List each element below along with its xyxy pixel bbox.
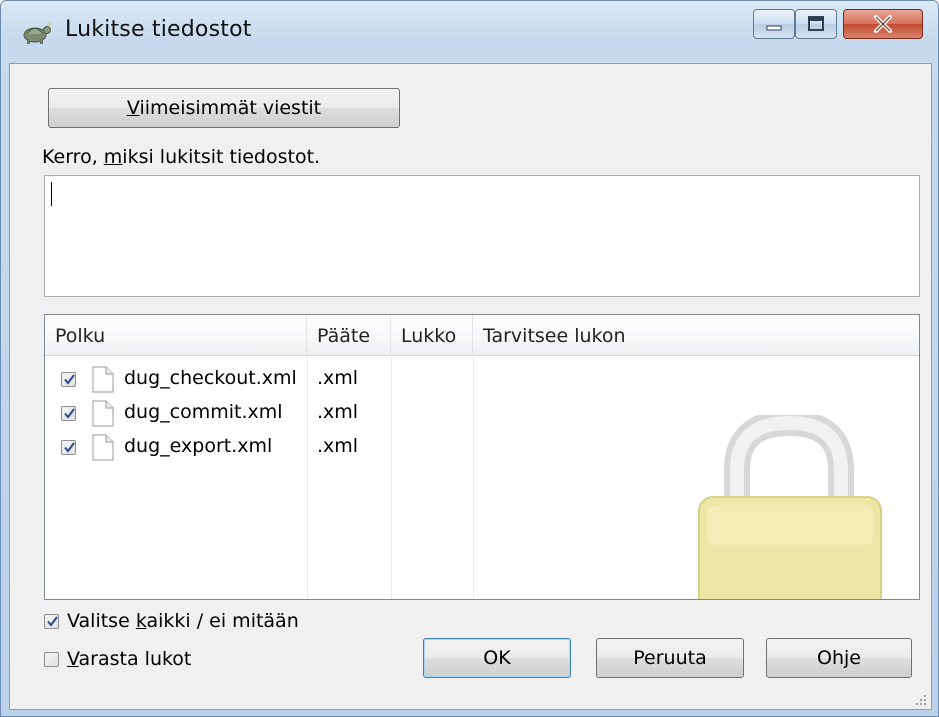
help-button[interactable]: Ohje [766, 638, 912, 678]
minimize-button[interactable] [753, 9, 795, 39]
message-label: Kerro, miksi lukitsit tiedostot. [42, 146, 320, 168]
text-caret [51, 182, 52, 206]
column-header-needs-lock[interactable]: Tarvitsee lukon [473, 315, 919, 355]
lock-files-dialog: Lukitse tiedostot Viimeisimmät viestit K… [0, 0, 939, 717]
document-icon [92, 366, 114, 393]
row-extension: .xml [317, 435, 359, 457]
maximize-button[interactable] [795, 9, 837, 39]
row-checkbox[interactable] [61, 372, 76, 387]
close-icon [844, 15, 922, 42]
minimize-icon [754, 23, 794, 42]
document-icon [92, 434, 114, 461]
list-item[interactable]: dug_export.xml .xml [45, 431, 919, 465]
resize-grip-icon[interactable] [913, 691, 927, 705]
row-path: dug_checkout.xml [124, 367, 297, 389]
message-label-before: Kerro, [42, 146, 104, 168]
select-all-checkbox[interactable] [44, 614, 59, 629]
close-button[interactable] [843, 9, 923, 39]
message-input[interactable] [44, 175, 920, 297]
row-checkbox[interactable] [61, 440, 76, 455]
cancel-button[interactable]: Peruuta [596, 638, 744, 678]
message-label-after: iksi lukitsit tiedostot. [122, 146, 321, 168]
dialog-client-area: Viimeisimmät viestit Kerro, miksi lukits… [9, 63, 932, 710]
list-item[interactable]: dug_commit.xml .xml [45, 397, 919, 431]
column-header-path[interactable]: Polku [45, 315, 307, 355]
file-list-header: Polku Pääte Lukko Tarvitsee lukon [45, 315, 919, 356]
file-list[interactable]: Polku Pääte Lukko Tarvitsee lukon dug_ch… [44, 314, 920, 600]
row-path: dug_commit.xml [124, 401, 283, 423]
select-all-label-before: Valitse [67, 610, 136, 632]
row-path: dug_export.xml [124, 435, 273, 457]
recent-messages-button[interactable]: Viimeisimmät viestit [48, 88, 400, 128]
window-title: Lukitse tiedostot [65, 17, 252, 42]
select-all-option[interactable]: Valitse kaikki / ei mitään [44, 610, 299, 632]
message-label-mnemonic: m [103, 146, 123, 168]
recent-messages-mnemonic: V [126, 97, 140, 119]
row-extension: .xml [317, 367, 359, 389]
recent-messages-label: iimeisimmät viestit [139, 97, 322, 119]
column-header-extension[interactable]: Pääte [307, 315, 391, 355]
ok-button[interactable]: OK [423, 638, 571, 678]
steal-locks-checkbox[interactable] [44, 652, 59, 667]
select-all-label-after: aikki / ei mitään [146, 610, 299, 632]
steal-locks-option[interactable]: Varasta lukot [44, 648, 191, 670]
maximize-icon [796, 16, 836, 42]
select-all-mnemonic: k [135, 610, 147, 632]
document-icon [92, 400, 114, 427]
steal-locks-label-after: arasta lukot [78, 648, 192, 670]
row-checkbox[interactable] [61, 406, 76, 421]
row-extension: .xml [317, 401, 359, 423]
title-bar[interactable]: Lukitse tiedostot [1, 1, 938, 65]
column-header-lock[interactable]: Lukko [391, 315, 473, 355]
tortoise-icon [19, 19, 53, 45]
steal-locks-mnemonic: V [67, 648, 79, 670]
list-item[interactable]: dug_checkout.xml .xml [45, 363, 919, 397]
